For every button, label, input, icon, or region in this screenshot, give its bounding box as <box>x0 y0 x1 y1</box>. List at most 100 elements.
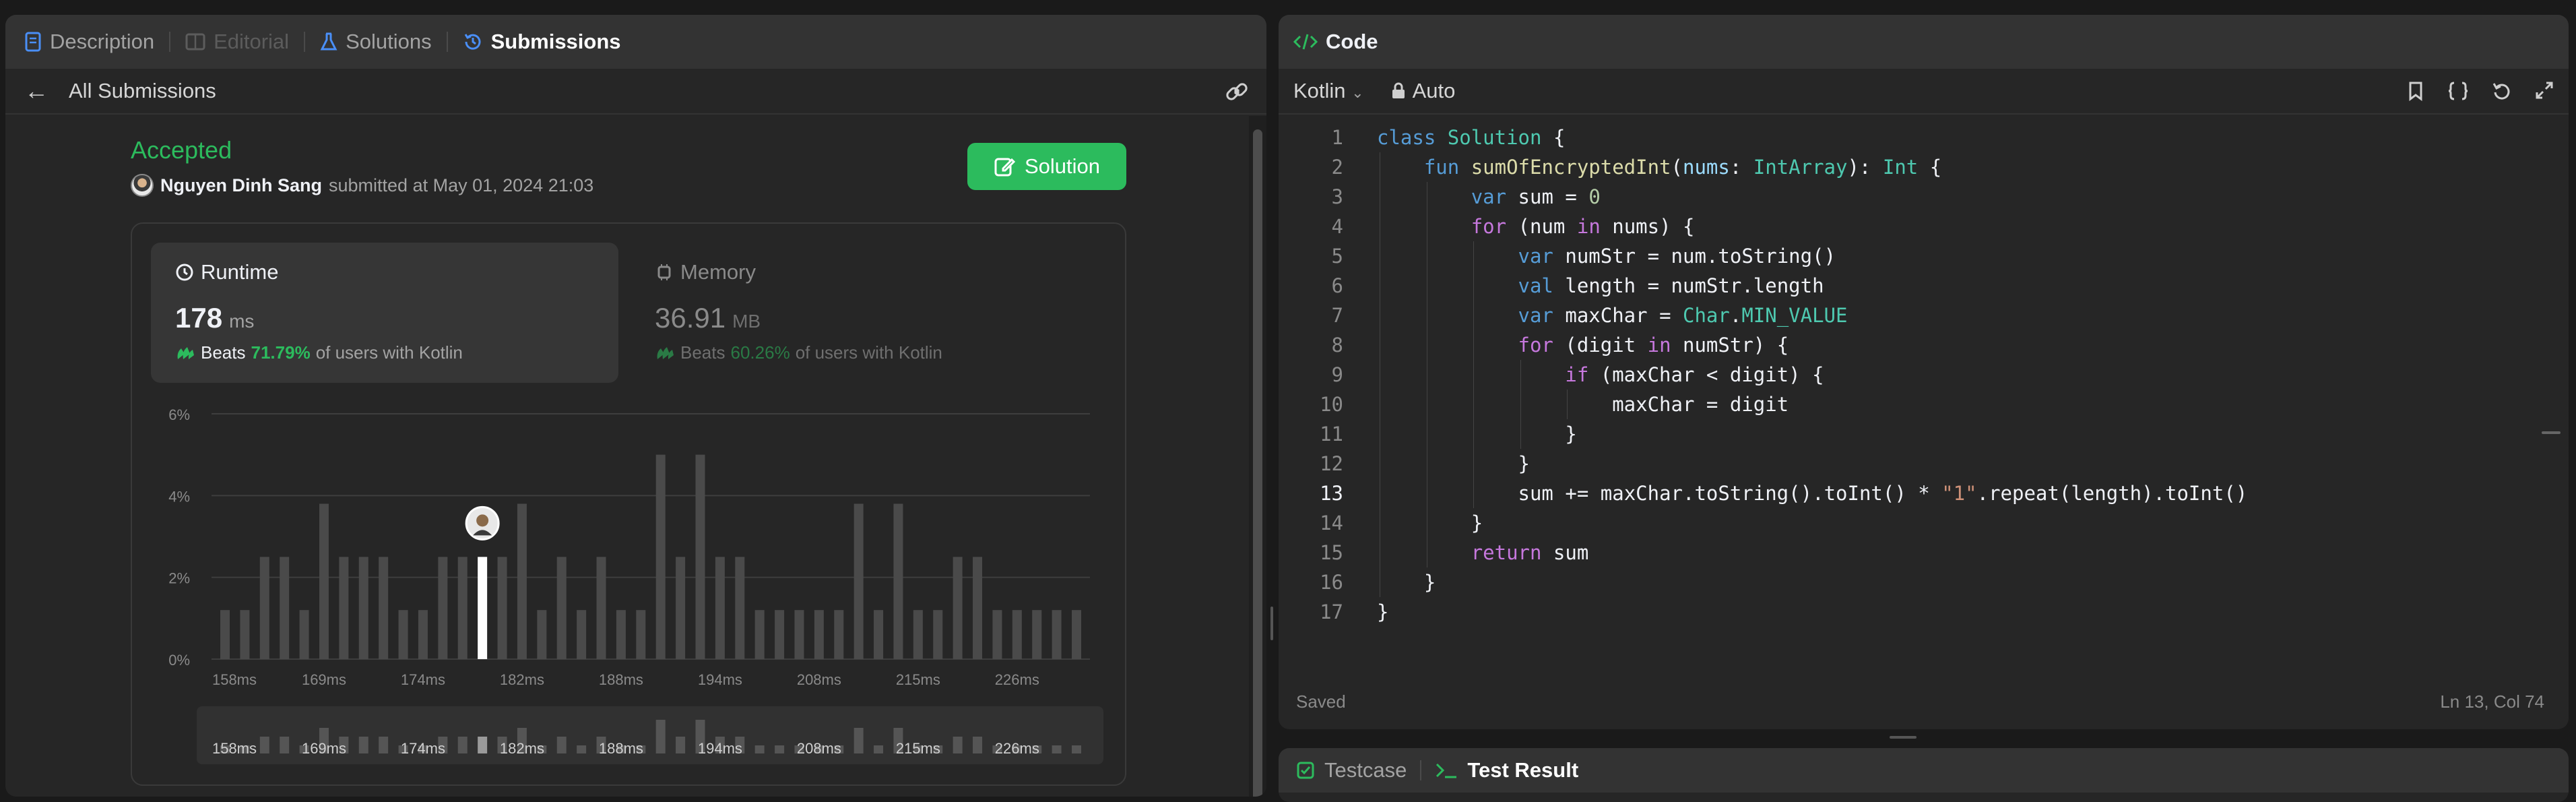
chart-bar[interactable] <box>973 557 983 659</box>
tab-testcase[interactable]: Testcase <box>1324 758 1407 782</box>
chart-bar[interactable] <box>814 610 824 659</box>
chart-bar[interactable] <box>893 503 903 659</box>
chart-bar[interactable] <box>616 610 626 659</box>
chart-bar[interactable] <box>497 557 507 659</box>
code-line[interactable]: 3 var sum = 0 <box>1279 182 2569 212</box>
tab-solutions[interactable]: Solutions <box>320 30 432 54</box>
chart-bar[interactable] <box>418 610 428 659</box>
chart-bar[interactable] <box>992 610 1002 659</box>
vertical-splitter[interactable] <box>1270 607 1273 640</box>
runtime-distribution-chart[interactable]: 6% 4% 2% 0% 158ms 169ms 174ms 182ms 188ms 194ms 20… <box>132 224 1128 787</box>
back-arrow-icon[interactable]: ← <box>24 77 49 105</box>
code-line[interactable]: 10 maxChar = digit <box>1279 390 2569 419</box>
share-link-icon[interactable] <box>1223 78 1250 105</box>
code-line[interactable]: 9 if (maxChar < digit) { <box>1279 360 2569 390</box>
code-editor[interactable]: 1 class Solution {2 fun sumOfEncryptedInt… <box>1279 123 2569 627</box>
code-line[interactable]: 6 val length = numStr.length <box>1279 271 2569 301</box>
scrollbar-thumb[interactable] <box>1253 129 1262 797</box>
document-icon <box>25 32 41 52</box>
chart-bar[interactable] <box>1072 610 1081 659</box>
code-line[interactable]: 5 var numStr = num.toString() <box>1279 241 2569 271</box>
chart-bar[interactable] <box>754 610 765 659</box>
overview-tick-label: 215ms <box>896 740 940 757</box>
console-tabbar: Testcase Test Result <box>1279 748 2569 793</box>
chart-bar[interactable] <box>299 610 309 659</box>
chart-bar[interactable] <box>577 610 587 659</box>
chart-bar[interactable] <box>953 557 963 659</box>
chart-bar[interactable] <box>259 557 269 659</box>
line-number: 5 <box>1331 245 1343 268</box>
tab-description[interactable]: Description <box>24 30 154 54</box>
code-line[interactable]: 11 } <box>1279 419 2569 449</box>
code-line[interactable]: 7 var maxChar = Char.MIN_VALUE <box>1279 301 2569 330</box>
language-select[interactable]: Kotlin ⌄ <box>1293 79 1364 103</box>
indent-guide <box>1473 301 1475 330</box>
history-icon <box>464 34 481 50</box>
code-line[interactable]: 1 class Solution { <box>1279 123 2569 152</box>
chart-bar[interactable] <box>636 610 646 659</box>
tab-divider <box>446 32 448 52</box>
code-line[interactable]: 8 for (digit in numStr) { <box>1279 330 2569 360</box>
code-line[interactable]: 14 } <box>1279 508 2569 538</box>
chart-bar[interactable] <box>478 557 488 659</box>
code-line[interactable]: 16 } <box>1279 567 2569 597</box>
chart-bar[interactable] <box>735 557 745 659</box>
code-line[interactable]: 17} <box>1279 597 2569 627</box>
chart-bar[interactable] <box>240 610 250 659</box>
chart-bar[interactable] <box>715 557 725 659</box>
chart-bar[interactable] <box>339 557 349 659</box>
chart-bar[interactable] <box>398 610 408 659</box>
chart-bar[interactable] <box>1032 610 1042 659</box>
horizontal-splitter[interactable] <box>1890 736 1917 739</box>
all-submissions-link[interactable]: All Submissions <box>69 79 216 103</box>
code-line[interactable]: 4 for (num in nums) { <box>1279 212 2569 241</box>
chart-bar[interactable] <box>1052 610 1062 659</box>
chart-bar[interactable] <box>676 557 686 659</box>
y-tick-label: 2% <box>168 570 190 587</box>
overview-bar <box>457 737 468 753</box>
chart-bar[interactable] <box>913 610 923 659</box>
chart-bar[interactable] <box>655 454 666 659</box>
line-number: 16 <box>1320 571 1343 594</box>
mode-indicator[interactable]: Auto <box>1391 79 1455 103</box>
format-braces-icon[interactable] <box>2447 81 2469 101</box>
chart-bar[interactable] <box>319 503 329 659</box>
avatar[interactable] <box>131 174 154 197</box>
chart-bar[interactable] <box>358 557 368 659</box>
code-line[interactable]: 2 fun sumOfEncryptedInt(nums: IntArray):… <box>1279 152 2569 182</box>
solution-button-label: Solution <box>1024 154 1101 178</box>
editor-scroll-marker <box>2542 431 2561 434</box>
code-line[interactable]: 15 return sum <box>1279 538 2569 567</box>
bookmark-icon[interactable] <box>2407 81 2424 101</box>
chart-bar[interactable] <box>834 610 844 659</box>
overview-bar <box>754 745 765 753</box>
chart-bar[interactable] <box>854 503 864 659</box>
code-line[interactable]: 13 sum += maxChar.toString().toInt() * "… <box>1279 479 2569 508</box>
chart-bar[interactable] <box>874 610 884 659</box>
chart-bar[interactable] <box>457 557 468 659</box>
x-tick-label: 158ms <box>212 671 257 688</box>
code-text: sum += maxChar.toString().toInt() * "1".… <box>1518 482 2248 505</box>
author-name[interactable]: Nguyen Dinh Sang <box>160 175 322 196</box>
chart-bar[interactable] <box>695 454 705 659</box>
chart-bar[interactable] <box>517 503 527 659</box>
solution-button[interactable]: Solution <box>967 143 1126 190</box>
chart-bar[interactable] <box>537 610 547 659</box>
chart-bar[interactable] <box>379 557 389 659</box>
chart-bar[interactable] <box>438 557 448 659</box>
chart-bar[interactable] <box>280 557 290 659</box>
chart-bar[interactable] <box>775 610 785 659</box>
tab-editorial[interactable]: Editorial <box>185 30 289 54</box>
overview-bar <box>953 737 963 753</box>
chart-bar[interactable] <box>1012 610 1022 659</box>
chart-bar[interactable] <box>556 557 567 659</box>
code-line[interactable]: 12 } <box>1279 449 2569 479</box>
expand-icon[interactable] <box>2535 81 2554 100</box>
chart-bar[interactable] <box>933 610 943 659</box>
chart-bar[interactable] <box>794 610 804 659</box>
tab-test-result[interactable]: Test Result <box>1467 758 1578 782</box>
chart-bar[interactable] <box>596 557 606 659</box>
reset-icon[interactable] <box>2492 81 2512 101</box>
tab-submissions[interactable]: Submissions <box>463 30 621 54</box>
chart-bar[interactable] <box>220 610 230 659</box>
